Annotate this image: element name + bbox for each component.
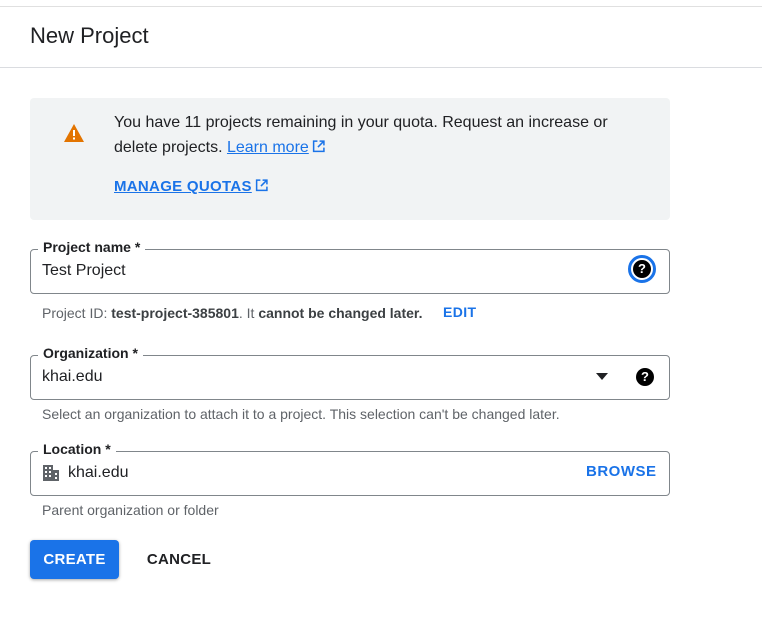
organization-hint: Select an organization to attach it to a… — [42, 406, 560, 422]
chevron-down-icon[interactable] — [596, 373, 608, 380]
location-value: khai.edu — [68, 464, 129, 481]
building-icon — [43, 465, 59, 481]
location-field[interactable]: Location * khai.edu BROWSE — [30, 441, 670, 496]
external-link-icon — [255, 179, 268, 192]
help-icon: ? — [633, 260, 651, 278]
project-id-text: Project ID: test-project-385801. It cann… — [42, 305, 423, 321]
project-name-help-button[interactable]: ? — [628, 255, 656, 283]
page-title: New Project — [30, 23, 149, 48]
organization-select[interactable]: Organization * khai.edu ? — [30, 345, 670, 400]
manage-quotas-link[interactable]: MANAGE QUOTAS — [114, 178, 268, 195]
project-name-field[interactable]: Project name * Test Project ? — [30, 239, 670, 294]
browse-button[interactable]: BROWSE — [586, 463, 657, 480]
project-name-input[interactable]: Test Project — [42, 262, 126, 280]
project-name-label: Project name * — [38, 239, 146, 255]
organization-value: khai.edu — [42, 368, 103, 385]
location-hint: Parent organization or folder — [42, 502, 219, 518]
organization-label: Organization * — [38, 345, 143, 361]
help-icon[interactable]: ? — [636, 368, 654, 386]
learn-more-link[interactable]: Learn more — [227, 139, 309, 156]
warning-icon — [64, 124, 84, 142]
create-button[interactable]: CREATE — [30, 540, 119, 579]
page-header: New Project — [0, 7, 762, 68]
edit-project-id-button[interactable]: EDIT — [443, 304, 477, 320]
location-label: Location * — [38, 441, 116, 457]
alert-message: You have 11 projects remaining in your q… — [114, 114, 608, 156]
quota-alert: You have 11 projects remaining in your q… — [30, 98, 670, 220]
external-link-icon — [312, 140, 325, 153]
cancel-button[interactable]: CANCEL — [134, 540, 224, 579]
